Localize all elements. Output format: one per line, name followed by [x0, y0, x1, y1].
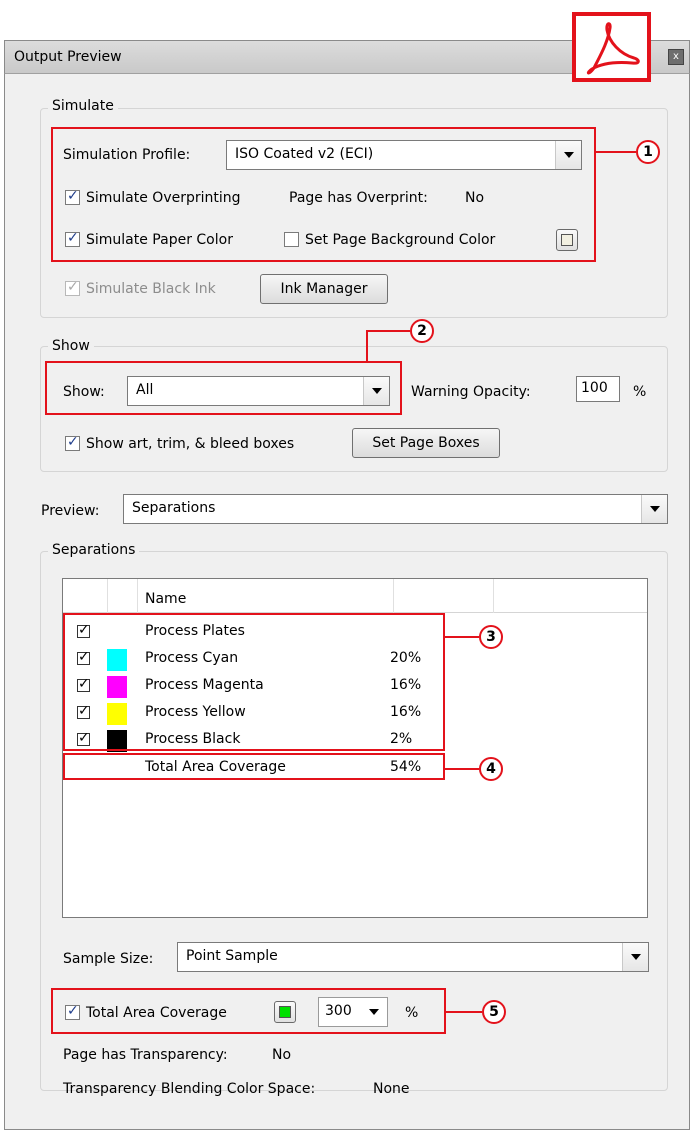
column-name-header[interactable]: Name: [145, 591, 186, 607]
warning-opacity-input[interactable]: 100: [576, 376, 620, 402]
chevron-down-icon[interactable]: [641, 495, 667, 523]
callout-line-3: [445, 636, 479, 638]
page-transparency-value: No: [272, 1047, 292, 1063]
callout-line-5: [446, 1011, 482, 1013]
callout-box-3: [63, 613, 445, 751]
sample-size-label: Sample Size:: [63, 951, 154, 967]
separations-group-label: Separations: [48, 542, 140, 558]
window-title: Output Preview: [14, 49, 122, 65]
header-divider: [393, 579, 394, 613]
ink-manager-button[interactable]: Ink Manager: [260, 274, 388, 304]
callout-box-2: [45, 361, 402, 415]
table-header: Name: [63, 579, 647, 613]
simulate-black-ink-label: Simulate Black Ink: [86, 281, 216, 297]
sample-size-value: Point Sample: [186, 948, 278, 964]
header-divider: [137, 579, 138, 613]
header-divider: [107, 579, 108, 613]
preview-value: Separations: [132, 500, 216, 516]
set-page-boxes-button[interactable]: Set Page Boxes: [352, 428, 500, 458]
warning-opacity-percent: %: [633, 384, 647, 400]
callout-line-1: [596, 151, 636, 153]
callout-line-2b: [366, 330, 410, 332]
simulate-black-ink-checkbox[interactable]: [65, 279, 80, 296]
callout-3: 3: [479, 625, 503, 649]
blending-space-label: Transparency Blending Color Space:: [63, 1081, 316, 1097]
callout-box-1: [51, 127, 596, 262]
callout-box-5: [51, 988, 446, 1034]
preview-dropdown[interactable]: Separations: [123, 494, 668, 524]
callout-1: 1: [636, 140, 660, 164]
show-boxes-label: Show art, trim, & bleed boxes: [86, 436, 295, 452]
acrobat-icon: [586, 22, 640, 75]
close-button[interactable]: x: [668, 49, 684, 65]
callout-line-4: [445, 768, 479, 770]
warning-opacity-label: Warning Opacity:: [411, 384, 531, 400]
simulate-group-label: Simulate: [48, 98, 118, 114]
callout-5: 5: [482, 1000, 506, 1024]
page-transparency-label: Page has Transparency:: [63, 1047, 228, 1063]
chevron-down-icon[interactable]: [622, 943, 648, 971]
header-divider: [493, 579, 494, 613]
preview-label: Preview:: [41, 503, 100, 519]
callout-box-4: [63, 753, 445, 780]
callout-2: 2: [410, 319, 434, 343]
show-group-label: Show: [48, 338, 94, 354]
show-boxes-checkbox[interactable]: [65, 434, 80, 451]
callout-4: 4: [479, 757, 503, 781]
sample-size-dropdown[interactable]: Point Sample: [177, 942, 649, 972]
warning-opacity-value: 100: [581, 380, 608, 396]
acrobat-logo: [572, 12, 651, 82]
callout-line-2a: [366, 331, 368, 361]
blending-space-value: None: [373, 1081, 410, 1097]
